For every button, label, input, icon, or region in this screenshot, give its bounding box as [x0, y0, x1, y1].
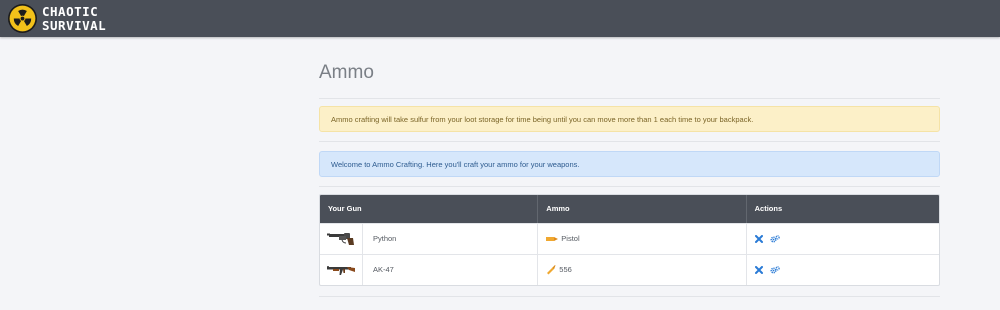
page-title: Ammo [319, 62, 374, 83]
gears-icon[interactable] [770, 266, 780, 274]
rifle-icon [320, 255, 363, 285]
pistol-bullet-icon [546, 236, 559, 242]
table-row: Python Pistol [320, 223, 939, 254]
column-header-ammo: Ammo [537, 195, 745, 223]
close-icon[interactable] [754, 266, 763, 274]
table-header: Your Gun Ammo Actions [320, 195, 939, 223]
close-icon[interactable] [754, 235, 763, 243]
main-content: Ammo Ammo crafting will take sulfur from… [319, 37, 940, 297]
info-alert: Welcome to Ammo Crafting. Here you'll cr… [319, 151, 940, 177]
column-header-actions: Actions [745, 195, 939, 223]
gun-name: AK-47 [373, 265, 394, 274]
gun-cell: Python [320, 224, 537, 254]
logo-text: CHAOTIC SURVIVAL [42, 3, 107, 33]
rifle-bullet-icon [546, 265, 556, 275]
divider [319, 296, 940, 297]
warning-alert: Ammo crafting will take sulfur from your… [319, 106, 940, 132]
top-navbar: CHAOTIC SURVIVAL [0, 0, 1000, 37]
divider [319, 98, 940, 99]
gears-icon[interactable] [770, 235, 780, 243]
ammo-name: 556 [559, 265, 572, 274]
gun-cell: AK-47 [320, 255, 537, 285]
logo-line-2: SURVIVAL [42, 17, 107, 33]
actions-cell [745, 224, 939, 254]
ammo-cell: Pistol [537, 224, 745, 254]
ammo-table: Your Gun Ammo Actions Python Pistol AK-4… [319, 194, 940, 286]
ammo-cell: 556 [537, 255, 745, 285]
divider [319, 141, 940, 142]
logo[interactable]: CHAOTIC SURVIVAL [7, 3, 106, 34]
divider [319, 186, 940, 187]
logo-line-1: CHAOTIC [42, 3, 99, 19]
gun-name: Python [373, 234, 397, 243]
table-row: AK-47 556 [320, 254, 939, 285]
revolver-icon [320, 224, 363, 254]
radiation-icon [7, 3, 38, 34]
actions-cell [745, 255, 939, 285]
ammo-name: Pistol [561, 234, 580, 243]
column-header-your-gun: Your Gun [328, 204, 362, 213]
